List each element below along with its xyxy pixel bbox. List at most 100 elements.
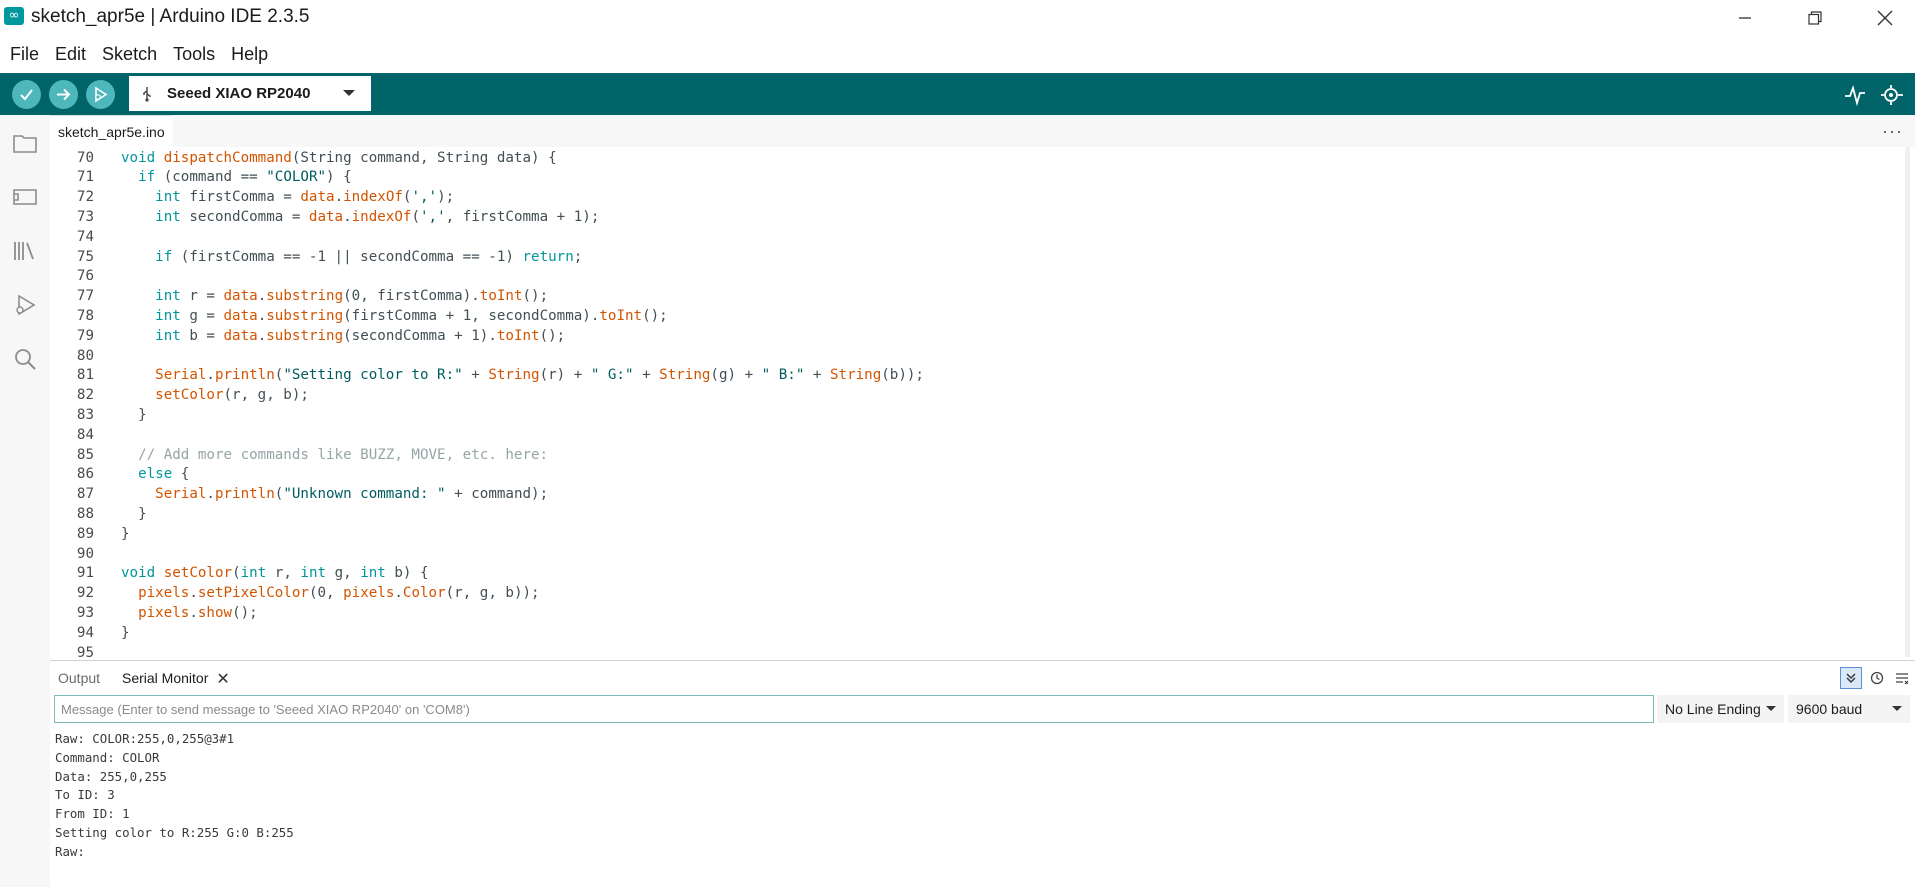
panel-divider[interactable] [50, 660, 1915, 661]
code-token: " G:" [590, 367, 634, 384]
code-text: Serial.println("Unknown command: " + com… [121, 484, 548, 504]
code-token: setPixelColor [197, 585, 309, 602]
serial-monitor-icon[interactable] [1880, 83, 1904, 107]
code-token: (g) + [710, 367, 762, 384]
code-line: 92 pixels.setPixelColor(0, pixels.Color(… [50, 583, 1910, 603]
code-editor[interactable]: 70 void dispatchCommand(String command, S… [50, 147, 1910, 657]
clear-output-button[interactable] [1891, 667, 1913, 689]
code-line: 79 int b = data.substring(secondComma + … [50, 326, 1910, 346]
tab-serial-monitor-label: Serial Monitor [122, 670, 209, 686]
code-token: void [121, 565, 156, 582]
tab-sketch-file[interactable]: sketch_apr5e.ino [50, 115, 173, 147]
code-token: "Unknown command: " [283, 486, 446, 503]
serial-output-line: Data: 255,0,255 [55, 768, 167, 784]
menu-file[interactable]: File [2, 44, 47, 65]
code-token: } [121, 406, 147, 423]
code-text: } [121, 405, 147, 425]
code-line: 90 [50, 544, 1910, 564]
code-text: int firstComma = data.indexOf(','); [121, 187, 454, 207]
code-token: indexOf [343, 189, 403, 206]
code-token: " B:" [761, 367, 805, 384]
baud-rate-select[interactable]: 9600 baud [1788, 695, 1910, 723]
code-text: pixels.show(); [121, 603, 258, 623]
timestamp-toggle[interactable] [1866, 667, 1888, 689]
code-token: (); [522, 288, 549, 305]
code-text: void dispatchCommand(String command, Str… [121, 148, 557, 168]
code-text: pixels.setPixelColor(0, pixels.Color(r, … [121, 583, 540, 603]
serial-output-line: Command: COLOR [55, 749, 160, 765]
menu-edit[interactable]: Edit [47, 44, 94, 65]
code-token: . [343, 208, 352, 225]
usb-icon [143, 86, 151, 102]
code-token: . [206, 486, 215, 503]
line-number: 92 [76, 585, 94, 602]
code-token: setColor [163, 565, 233, 582]
line-ending-select[interactable]: No Line Ending [1657, 695, 1784, 723]
board-selector[interactable]: Seeed XIAO RP2040 [129, 76, 371, 111]
code-token: secondComma = [180, 208, 309, 225]
code-token: (); [539, 327, 566, 344]
code-text: if (firstComma == -1 || secondComma == -… [121, 247, 582, 267]
upload-button[interactable] [49, 80, 78, 109]
code-token: data [223, 288, 258, 305]
tab-serial-monitor[interactable]: Serial Monitor ✕ [122, 662, 230, 694]
search-icon[interactable] [11, 345, 39, 373]
boards-manager-icon[interactable] [11, 183, 39, 211]
autoscroll-toggle[interactable] [1840, 667, 1862, 689]
code-token: (r) + [539, 367, 591, 384]
folder-icon[interactable] [11, 129, 39, 157]
library-manager-icon[interactable] [11, 237, 39, 265]
restore-button[interactable] [1780, 0, 1850, 35]
menu-tools[interactable]: Tools [165, 44, 223, 65]
code-token: substring [266, 288, 344, 305]
code-token: ) { [326, 169, 352, 186]
code-token: println [214, 486, 275, 503]
code-text: int secondComma = data.indexOf(',', firs… [121, 207, 599, 227]
line-number: 94 [76, 624, 94, 641]
debug-icon[interactable] [11, 291, 39, 319]
code-token: (0, firstComma). [343, 288, 480, 305]
debug-button[interactable] [86, 80, 115, 109]
window-title: sketch_apr5e | Arduino IDE 2.3.5 [31, 6, 310, 27]
code-token: + [462, 367, 489, 384]
code-line: 84 [50, 425, 1910, 445]
minimize-button[interactable] [1710, 0, 1780, 35]
code-line: 76 [50, 266, 1910, 286]
tab-output[interactable]: Output [58, 662, 100, 694]
serial-message-input[interactable] [54, 695, 1654, 723]
serial-output-line: Raw: [55, 843, 93, 859]
line-number: 85 [76, 446, 94, 463]
line-number: 70 [76, 149, 94, 166]
serial-plotter-icon[interactable] [1843, 83, 1867, 107]
more-icon[interactable]: ··· [1882, 121, 1903, 142]
menu-sketch[interactable]: Sketch [94, 44, 165, 65]
toolbar: Seeed XIAO RP2040 [0, 73, 1915, 115]
code-token: int [240, 565, 267, 582]
code-token: "Setting color to R:" [283, 367, 463, 384]
code-token: // Add more commands like BUZZ, MOVE, et… [138, 446, 549, 463]
close-icon[interactable]: ✕ [216, 669, 229, 688]
code-token: + command); [445, 486, 549, 503]
menu-help[interactable]: Help [223, 44, 276, 65]
code-token: ); [437, 189, 455, 206]
verify-button[interactable] [12, 80, 41, 109]
code-text: void setColor(int r, int g, int b) { [121, 563, 429, 583]
code-token: (0, [308, 585, 344, 602]
code-token: (b)); [881, 367, 924, 384]
code-token: (r, g, b)); [445, 585, 540, 602]
code-token: r, [266, 565, 301, 582]
close-window-button[interactable] [1850, 0, 1915, 35]
code-token: toInt [496, 327, 540, 344]
code-token: if [138, 169, 156, 186]
menu-bar: File Edit Sketch Tools Help [0, 35, 1915, 73]
